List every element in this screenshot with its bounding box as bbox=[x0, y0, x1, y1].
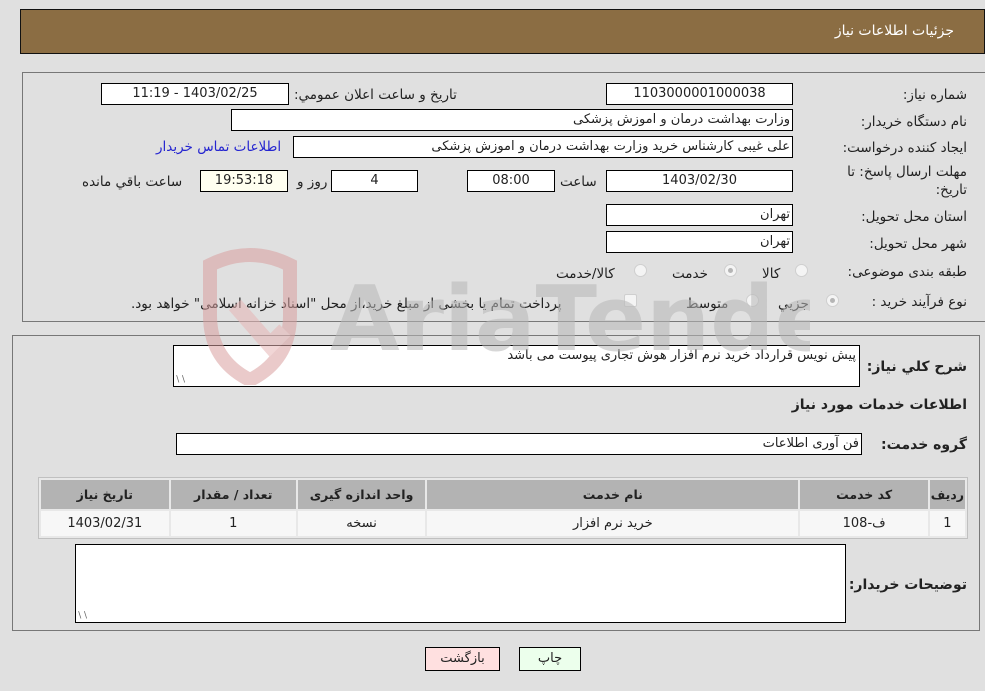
purchase-type-option-minor: جزيي bbox=[778, 296, 809, 312]
col-header-unit: واحد اندازه گیری bbox=[297, 480, 426, 509]
service-group-label: گروه خدمت: bbox=[881, 437, 967, 453]
announce-datetime-label: تاریخ و ساعت اعلان عمومي: bbox=[294, 87, 457, 103]
city-label: شهر محل تحویل: bbox=[869, 236, 967, 252]
purchase-type-option-medium: متوسط bbox=[686, 296, 729, 312]
purchase-type-label: نوع فرآیند خرید : bbox=[871, 294, 967, 310]
back-button[interactable]: بازگشت bbox=[425, 647, 500, 671]
page-header: جزئیات اطلاعات نیاز bbox=[20, 9, 985, 54]
buyer-notes-textarea[interactable]: ∖∖ bbox=[75, 544, 846, 623]
service-group-field[interactable]: فن آوری اطلاعات bbox=[176, 433, 862, 455]
resize-grip-icon[interactable]: ∖∖ bbox=[77, 611, 88, 621]
table-row: 1 ف-108 خرید نرم افزار نسخه 1 1403/02/31 bbox=[41, 511, 965, 536]
purchase-type-radio-minor[interactable] bbox=[826, 294, 839, 307]
remaining-time-label: ساعت باقي مانده bbox=[82, 174, 183, 190]
cell-service-code: ف-108 bbox=[800, 511, 928, 536]
requester-label: ایجاد کننده درخواست: bbox=[842, 140, 967, 156]
need-number-field[interactable]: 1103000001000038 bbox=[606, 83, 793, 105]
col-header-service-code: کد خدمت bbox=[800, 480, 928, 509]
cell-unit: نسخه bbox=[297, 511, 426, 536]
days-label: روز و bbox=[297, 174, 328, 190]
city-field[interactable]: تهران bbox=[606, 231, 793, 253]
category-label: طبقه بندی موضوعی: bbox=[847, 264, 967, 280]
deadline-time-label: ساعت bbox=[560, 174, 597, 190]
category-radio-service[interactable] bbox=[724, 264, 737, 277]
province-label: استان محل تحویل: bbox=[861, 209, 967, 225]
deadline-date-field[interactable]: 1403/02/30 bbox=[606, 170, 793, 192]
description-textarea[interactable]: پیش نویس قرارداد خرید نرم افزار هوش تجار… bbox=[173, 345, 860, 387]
cell-need-date: 1403/02/31 bbox=[41, 511, 169, 536]
services-section-title: اطلاعات خدمات مورد نیاز bbox=[791, 397, 967, 413]
page-title: جزئیات اطلاعات نیاز bbox=[834, 23, 954, 39]
province-field[interactable]: تهران bbox=[606, 204, 793, 226]
deadline-label-line2: تاریخ: bbox=[935, 182, 967, 198]
table-header-row: ردیف کد خدمت نام خدمت واحد اندازه گیری ت… bbox=[41, 480, 965, 509]
deadline-time-field[interactable]: 08:00 bbox=[467, 170, 555, 192]
category-option-service: خدمت bbox=[672, 266, 708, 282]
category-radio-goods[interactable] bbox=[795, 264, 808, 277]
col-header-service-name: نام خدمت bbox=[427, 480, 799, 509]
col-header-need-date: تاریخ نیاز bbox=[41, 480, 169, 509]
buyer-contact-link[interactable]: اطلاعات تماس خریدار bbox=[156, 139, 281, 155]
print-button[interactable]: چاپ bbox=[519, 647, 581, 671]
need-number-label: شماره نیاز: bbox=[902, 87, 967, 103]
col-header-row-number: ردیف bbox=[929, 480, 965, 509]
cell-row-number: 1 bbox=[929, 511, 965, 536]
announce-datetime-field[interactable]: 1403/02/25 - 11:19 bbox=[101, 83, 289, 105]
treasury-note: پرداخت تمام یا بخشی از مبلغ خرید،از محل … bbox=[131, 296, 562, 312]
buyer-notes-label: توضیحات خریدار: bbox=[848, 577, 967, 593]
cell-quantity: 1 bbox=[170, 511, 296, 536]
cell-service-name: خرید نرم افزار bbox=[427, 511, 799, 536]
col-header-quantity: تعداد / مقدار bbox=[170, 480, 296, 509]
remaining-time-field: 19:53:18 bbox=[200, 170, 288, 192]
buyer-org-label: نام دستگاه خریدار: bbox=[860, 114, 967, 130]
buyer-org-field[interactable]: وزارت بهداشت درمان و اموزش پزشکی bbox=[231, 109, 793, 131]
requester-field[interactable]: علی غیبی کارشناس خرید وزارت بهداشت درمان… bbox=[293, 136, 793, 158]
category-radio-goods-service[interactable] bbox=[634, 264, 647, 277]
services-table: ردیف کد خدمت نام خدمت واحد اندازه گیری ت… bbox=[38, 477, 968, 539]
remaining-days-field[interactable]: 4 bbox=[331, 170, 418, 192]
deadline-label-line1: مهلت ارسال پاسخ: تا bbox=[847, 164, 967, 180]
purchase-type-radio-medium[interactable] bbox=[746, 294, 759, 307]
description-text: پیش نویس قرارداد خرید نرم افزار هوش تجار… bbox=[507, 348, 856, 363]
category-option-goods: کالا bbox=[762, 266, 781, 282]
resize-grip-icon[interactable]: ∖∖ bbox=[175, 375, 186, 385]
description-label: شرح کلي نياز: bbox=[866, 359, 967, 375]
category-option-goods-service: کالا/خدمت bbox=[556, 266, 615, 282]
treasury-checkbox[interactable] bbox=[624, 294, 637, 307]
